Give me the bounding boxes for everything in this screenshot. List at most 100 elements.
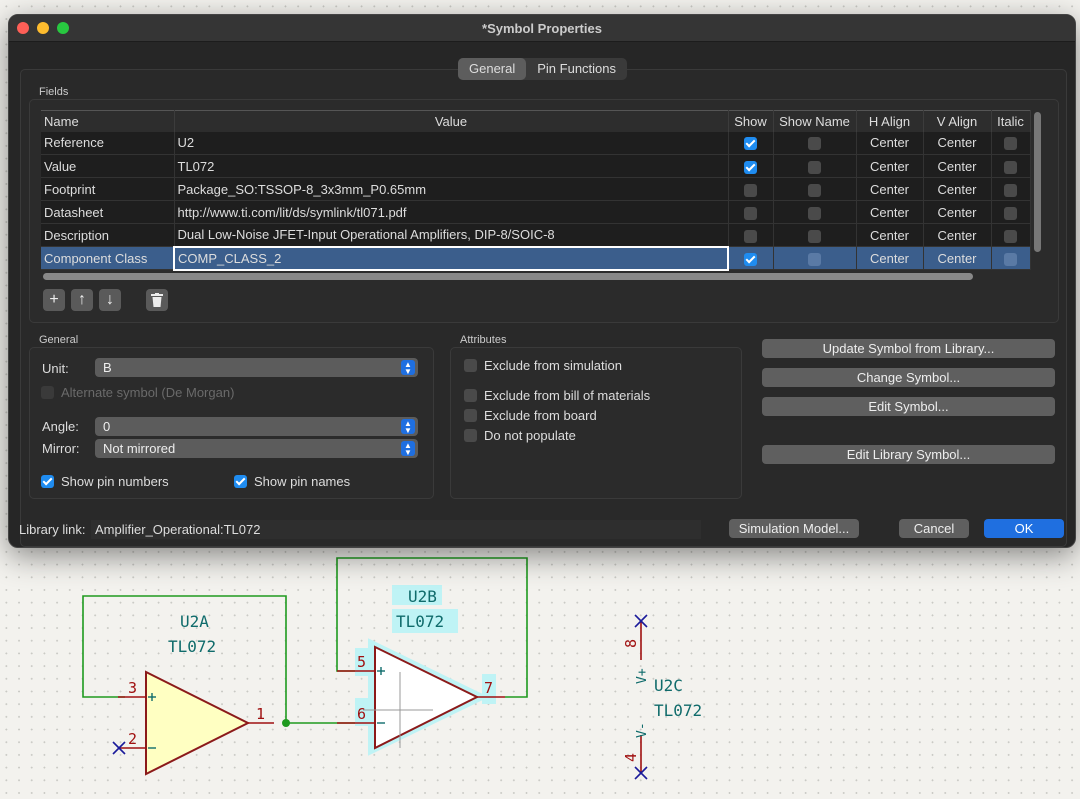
show-name-cell[interactable] xyxy=(773,223,857,247)
table-horizontal-scrollbar[interactable] xyxy=(43,273,973,280)
table-row[interactable]: Description Dual Low-Noise JFET-Input Ope… xyxy=(41,223,1031,247)
table-vertical-scrollbar[interactable] xyxy=(1034,112,1041,252)
v-align-cell[interactable]: Center xyxy=(923,223,992,247)
exclude-from-bom-checkbox[interactable]: Exclude from bill of materials xyxy=(464,388,650,403)
show-checkbox[interactable] xyxy=(744,252,758,266)
show-name-checkbox[interactable] xyxy=(808,183,821,197)
italic-checkbox[interactable] xyxy=(1004,206,1017,220)
show-name-checkbox[interactable] xyxy=(808,252,821,266)
value-cell[interactable]: U2 xyxy=(174,131,729,155)
show-pin-numbers-checkbox[interactable]: Show pin numbers xyxy=(41,474,169,489)
italic-checkbox[interactable] xyxy=(1004,229,1017,243)
show-name-cell[interactable] xyxy=(773,177,857,201)
show-name-cell[interactable] xyxy=(773,246,857,270)
show-checkbox[interactable] xyxy=(744,206,757,220)
column-header-v-align[interactable]: V Align xyxy=(923,110,992,132)
value-cell[interactable]: Dual Low-Noise JFET-Input Operational Am… xyxy=(174,223,729,247)
show-checkbox[interactable] xyxy=(744,160,757,174)
column-header-italic[interactable]: Italic xyxy=(991,110,1031,132)
value-cell[interactable]: http://www.ti.com/lit/ds/symlink/tl071.p… xyxy=(174,200,729,224)
u2a-value[interactable]: TL072 xyxy=(168,637,216,656)
h-align-cell[interactable]: Center xyxy=(856,223,924,247)
opamp-u2b[interactable] xyxy=(374,645,480,750)
alternate-symbol-checkbox[interactable]: Alternate symbol (De Morgan) xyxy=(41,385,234,400)
column-header-show-name[interactable]: Show Name xyxy=(773,110,857,132)
exclude-from-simulation-checkbox[interactable]: Exclude from simulation xyxy=(464,358,622,373)
opamp-u2a[interactable] xyxy=(145,670,251,776)
show-name-checkbox[interactable] xyxy=(808,229,821,243)
u2c-value[interactable]: TL072 xyxy=(654,701,702,720)
library-link-field[interactable]: Amplifier_Operational:TL072 xyxy=(91,520,701,539)
v-align-cell[interactable]: Center xyxy=(923,200,992,224)
name-cell[interactable]: Datasheet xyxy=(41,200,175,224)
name-cell[interactable]: Description xyxy=(41,223,175,247)
show-cell[interactable] xyxy=(728,154,774,178)
table-row[interactable]: Reference U2 Center Center xyxy=(41,131,1031,155)
show-name-cell[interactable] xyxy=(773,154,857,178)
change-symbol-button[interactable]: Change Symbol... xyxy=(762,368,1055,387)
show-name-checkbox[interactable] xyxy=(808,137,821,151)
column-header-show[interactable]: Show xyxy=(728,110,774,132)
show-checkbox[interactable] xyxy=(744,229,757,243)
show-cell[interactable] xyxy=(728,223,774,247)
tab-general[interactable]: General xyxy=(458,58,527,80)
v-align-cell[interactable]: Center xyxy=(923,246,992,270)
add-field-button[interactable]: + xyxy=(43,289,65,311)
u2a-reference[interactable]: U2A xyxy=(180,612,209,631)
show-name-checkbox[interactable] xyxy=(808,206,821,220)
italic-checkbox[interactable] xyxy=(1004,252,1017,266)
u2b-value[interactable]: TL072 xyxy=(396,612,444,631)
italic-checkbox[interactable] xyxy=(1004,137,1017,151)
value-cell[interactable]: COMP_CLASS_2 xyxy=(173,245,729,271)
column-header-value[interactable]: Value xyxy=(174,110,729,132)
show-cell[interactable] xyxy=(728,200,774,224)
show-checkbox[interactable] xyxy=(744,137,757,151)
u2b-reference[interactable]: U2B xyxy=(408,587,437,606)
name-cell[interactable]: Reference xyxy=(41,131,175,155)
italic-cell[interactable] xyxy=(991,177,1031,201)
delete-field-button[interactable] xyxy=(146,289,168,311)
column-header-h-align[interactable]: H Align xyxy=(856,110,924,132)
name-cell[interactable]: Value xyxy=(41,154,175,178)
ok-button[interactable]: OK xyxy=(984,519,1064,538)
table-row[interactable]: Footprint Package_SO:TSSOP-8_3x3mm_P0.65m… xyxy=(41,177,1031,201)
cancel-button[interactable]: Cancel xyxy=(899,519,969,538)
show-checkbox[interactable] xyxy=(744,183,757,197)
table-row[interactable]: Value TL072 Center Center xyxy=(41,154,1031,178)
tab-pin-functions[interactable]: Pin Functions xyxy=(526,58,627,80)
show-cell[interactable] xyxy=(728,246,774,270)
italic-cell[interactable] xyxy=(991,200,1031,224)
update-symbol-from-library-button[interactable]: Update Symbol from Library... xyxy=(762,339,1055,358)
move-down-button[interactable]: ↓ xyxy=(99,289,121,311)
show-name-cell[interactable] xyxy=(773,200,857,224)
show-cell[interactable] xyxy=(728,177,774,201)
angle-select[interactable]: 0 ▲ ▼ xyxy=(95,417,418,436)
do-not-populate-checkbox[interactable]: Do not populate xyxy=(464,428,576,443)
edit-symbol-button[interactable]: Edit Symbol... xyxy=(762,397,1055,416)
mirror-select[interactable]: Not mirrored ▲ ▼ xyxy=(95,439,418,458)
italic-cell[interactable] xyxy=(991,246,1031,270)
u2c-reference[interactable]: U2C xyxy=(654,676,683,695)
v-align-cell[interactable]: Center xyxy=(923,177,992,201)
value-cell[interactable]: Package_SO:TSSOP-8_3x3mm_P0.65mm xyxy=(174,177,729,201)
show-cell[interactable] xyxy=(728,131,774,155)
h-align-cell[interactable]: Center xyxy=(856,154,924,178)
name-cell[interactable]: Footprint xyxy=(41,177,175,201)
exclude-from-board-checkbox[interactable]: Exclude from board xyxy=(464,408,597,423)
h-align-cell[interactable]: Center xyxy=(856,131,924,155)
h-align-cell[interactable]: Center xyxy=(856,246,924,270)
italic-cell[interactable] xyxy=(991,223,1031,247)
v-align-cell[interactable]: Center xyxy=(923,131,992,155)
h-align-cell[interactable]: Center xyxy=(856,200,924,224)
table-row[interactable]: Component Class COMP_CLASS_2 Center Center xyxy=(41,245,1031,271)
show-name-cell[interactable] xyxy=(773,131,857,155)
move-up-button[interactable]: ↑ xyxy=(71,289,93,311)
value-cell[interactable]: TL072 xyxy=(174,154,729,178)
unit-select[interactable]: B ▲ ▼ xyxy=(95,358,418,377)
italic-checkbox[interactable] xyxy=(1004,160,1017,174)
edit-library-symbol-button[interactable]: Edit Library Symbol... xyxy=(762,445,1055,464)
table-row[interactable]: Datasheet http://www.ti.com/lit/ds/symlin… xyxy=(41,200,1031,224)
h-align-cell[interactable]: Center xyxy=(856,177,924,201)
v-align-cell[interactable]: Center xyxy=(923,154,992,178)
italic-cell[interactable] xyxy=(991,131,1031,155)
